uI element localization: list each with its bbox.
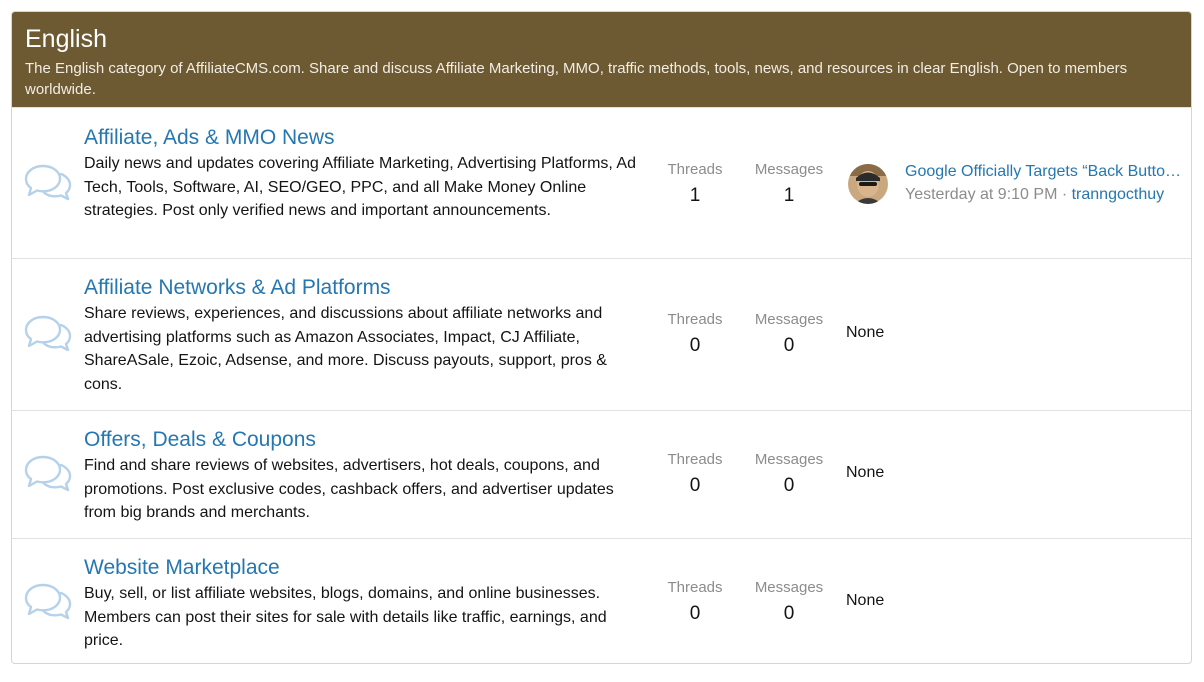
chat-bubbles-icon (24, 455, 72, 492)
latest-post-none: None (846, 464, 885, 481)
forum-main: Offers, Deals & Coupons Find and share r… (84, 427, 644, 525)
threads-stat: Threads 0 (650, 311, 740, 358)
threads-label: Threads (667, 451, 723, 468)
messages-count: 0 (783, 603, 795, 624)
meta-separator: · (1057, 186, 1072, 203)
messages-label: Messages (754, 579, 824, 596)
forum-node: Offers, Deals & Coupons Find and share r… (12, 410, 1191, 538)
messages-count: 1 (783, 185, 795, 206)
forum-description: Share reviews, experiences, and discussi… (84, 305, 607, 393)
forum-node: Affiliate Networks & Ad Platforms Share … (12, 258, 1191, 410)
latest-post-username[interactable]: tranngocthuy (1072, 186, 1165, 203)
threads-label: Threads (667, 311, 723, 328)
chat-bubbles-icon (24, 315, 72, 352)
chat-bubbles-icon (24, 164, 72, 201)
messages-count: 0 (783, 475, 795, 496)
threads-stat: Threads 0 (650, 451, 740, 498)
threads-count: 0 (689, 603, 701, 624)
forum-title-link[interactable]: Affiliate Networks & Ad Platforms (84, 275, 644, 301)
messages-stat: Messages 1 (744, 161, 834, 208)
messages-label: Messages (754, 311, 824, 328)
latest-post-time[interactable]: Yesterday at 9:10 PM (905, 186, 1057, 203)
forum-main: Website Marketplace Buy, sell, or list a… (84, 555, 644, 653)
messages-stat: Messages 0 (744, 579, 834, 626)
threads-label: Threads (667, 161, 723, 178)
category-title[interactable]: English (25, 24, 1178, 54)
latest-post: Google Officially Targets “Back Button H… (905, 161, 1185, 206)
latest-post-none: None (846, 324, 885, 341)
messages-label: Messages (754, 161, 824, 178)
threads-label: Threads (667, 579, 723, 596)
forum-node: Website Marketplace Buy, sell, or list a… (12, 538, 1191, 663)
messages-stat: Messages 0 (744, 451, 834, 498)
threads-count: 0 (689, 475, 701, 496)
category-description: The English category of AffiliateCMS.com… (25, 60, 1128, 98)
latest-post-none: None (846, 592, 885, 609)
forum-category-block: English The English category of Affiliat… (11, 11, 1192, 664)
user-avatar[interactable] (848, 164, 888, 204)
messages-label: Messages (754, 451, 824, 468)
forum-description: Buy, sell, or list affiliate websites, b… (84, 585, 607, 649)
forum-title-link[interactable]: Affiliate, Ads & MMO News (84, 125, 644, 151)
forum-title-link[interactable]: Offers, Deals & Coupons (84, 427, 644, 453)
forum-title-link[interactable]: Website Marketplace (84, 555, 644, 581)
messages-count: 0 (783, 335, 795, 356)
avatar-image (848, 164, 888, 204)
threads-stat: Threads 1 (650, 161, 740, 208)
threads-count: 1 (689, 185, 701, 206)
forum-main: Affiliate, Ads & MMO News Daily news and… (84, 125, 644, 223)
latest-post-meta: Yesterday at 9:10 PM · tranngocthuy (905, 184, 1185, 206)
forum-main: Affiliate Networks & Ad Platforms Share … (84, 275, 644, 396)
category-header: English The English category of Affiliat… (12, 12, 1191, 107)
threads-count: 0 (689, 335, 701, 356)
latest-post-title-link[interactable]: Google Officially Targets “Back Button H… (905, 161, 1185, 183)
forum-node: Affiliate, Ads & MMO News Daily news and… (12, 107, 1191, 258)
messages-stat: Messages 0 (744, 311, 834, 358)
forum-description: Find and share reviews of websites, adve… (84, 457, 614, 521)
threads-stat: Threads 0 (650, 579, 740, 626)
forum-description: Daily news and updates covering Affiliat… (84, 155, 636, 219)
chat-bubbles-icon (24, 583, 72, 620)
